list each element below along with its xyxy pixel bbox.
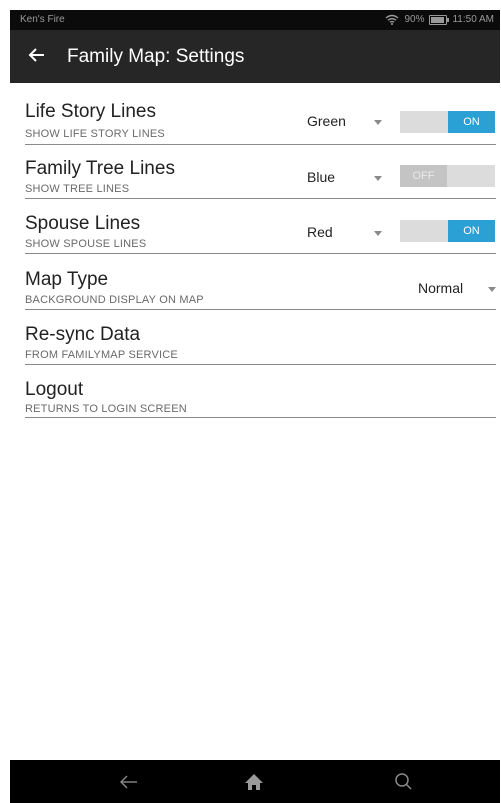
toggle-label: ON xyxy=(448,111,495,133)
dropdown-value: Green xyxy=(307,113,346,129)
setting-map-type: Map Type BACKGROUND DISPLAY ON MAP Norma… xyxy=(25,269,496,310)
chevron-down-icon xyxy=(374,120,382,125)
clock: 11:50 AM xyxy=(452,14,494,25)
map-type-dropdown[interactable]: Normal xyxy=(418,276,496,300)
setting-subtitle: FROM FAMILYMAP SERVICE xyxy=(25,349,178,361)
toggle-label: ON xyxy=(448,220,495,242)
setting-title: Life Story Lines xyxy=(25,101,156,122)
setting-subtitle: SHOW TREE LINES xyxy=(25,183,130,195)
spouse-toggle[interactable]: ON xyxy=(400,220,495,242)
nav-bar xyxy=(10,760,500,803)
setting-subtitle: SHOW SPOUSE LINES xyxy=(25,238,147,250)
setting-resync-data[interactable]: Re-sync Data FROM FAMILYMAP SERVICE xyxy=(25,324,496,365)
chevron-down-icon xyxy=(488,287,496,292)
device-name: Ken's Fire xyxy=(20,14,65,25)
life-story-color-dropdown[interactable]: Green xyxy=(307,109,387,133)
arrow-left-icon[interactable] xyxy=(27,43,49,67)
chevron-down-icon xyxy=(374,176,382,181)
dropdown-value: Red xyxy=(307,224,333,240)
setting-spouse-lines: Spouse Lines SHOW SPOUSE LINES Red ON xyxy=(25,213,496,254)
life-story-toggle[interactable]: ON xyxy=(400,111,495,133)
battery-percent: 90% xyxy=(404,14,425,25)
setting-life-story-lines: Life Story Lines SHOW LIFE STORY LINES G… xyxy=(25,101,496,145)
wifi-icon xyxy=(385,14,399,25)
setting-subtitle: BACKGROUND DISPLAY ON MAP xyxy=(25,294,204,306)
toggle-label: OFF xyxy=(400,165,447,187)
setting-title: Family Tree Lines xyxy=(25,158,175,179)
setting-subtitle: SHOW LIFE STORY LINES xyxy=(25,128,165,140)
home-icon[interactable] xyxy=(239,768,269,796)
setting-title: Map Type xyxy=(25,269,109,290)
setting-title: Logout xyxy=(25,379,84,400)
status-bar: Ken's Fire 90% 11:50 AM xyxy=(10,10,500,30)
setting-title: Re-sync Data xyxy=(25,324,141,345)
search-icon[interactable] xyxy=(389,768,419,796)
battery-icon xyxy=(429,14,450,25)
setting-logout[interactable]: Logout RETURNS TO LOGIN SCREEN xyxy=(25,379,496,418)
family-tree-toggle[interactable]: OFF xyxy=(400,165,495,187)
back-icon[interactable] xyxy=(114,768,144,796)
dropdown-value: Normal xyxy=(418,280,464,296)
chevron-down-icon xyxy=(374,231,382,236)
status-icons: 90% 11:50 AM xyxy=(385,14,494,25)
spouse-color-dropdown[interactable]: Red xyxy=(307,220,387,244)
app-bar: Family Map: Settings xyxy=(10,30,500,83)
setting-family-tree-lines: Family Tree Lines SHOW TREE LINES Blue O… xyxy=(25,158,496,199)
family-tree-color-dropdown[interactable]: Blue xyxy=(307,165,387,189)
page-title: Family Map: Settings xyxy=(67,46,245,67)
dropdown-value: Blue xyxy=(307,169,336,185)
setting-title: Spouse Lines xyxy=(25,213,141,234)
setting-subtitle: RETURNS TO LOGIN SCREEN xyxy=(25,403,187,415)
